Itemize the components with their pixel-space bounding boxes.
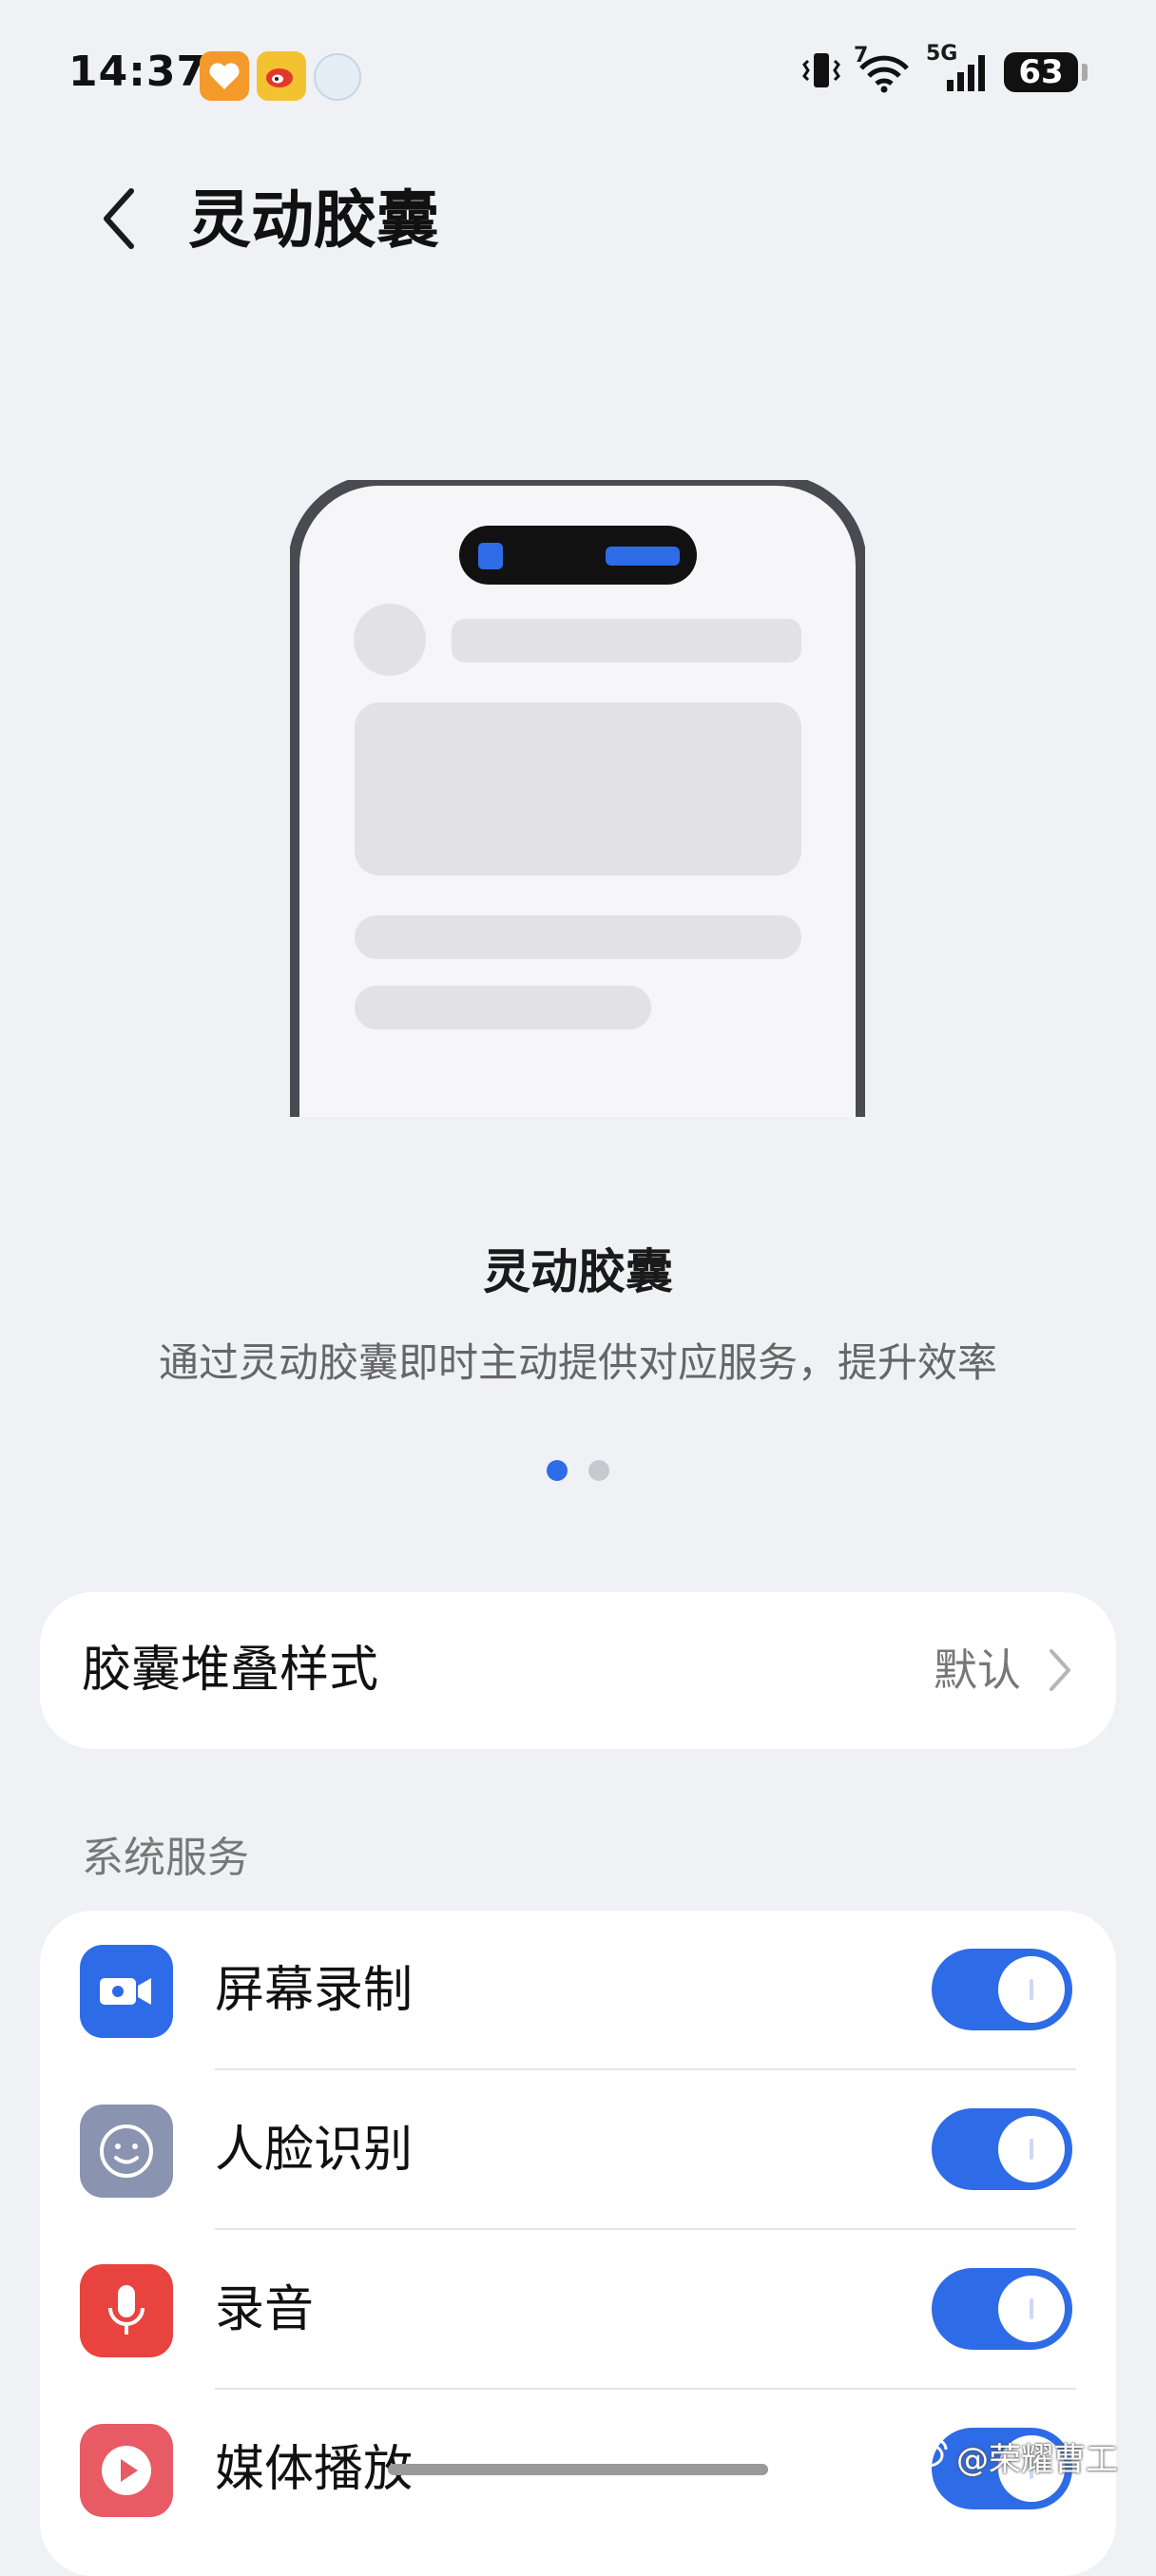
toggle-knob: [998, 1956, 1065, 2023]
service-label: 人脸识别: [215, 2122, 414, 2179]
status-bar: 14:37 7 5G 63: [0, 0, 1156, 143]
capsule-stack-style-row[interactable]: 胶囊堆叠样式 默认: [40, 1592, 1116, 1749]
wifi-sim-label: 7: [854, 44, 869, 67]
phone-illustration: [288, 474, 867, 1117]
face-icon: [80, 2105, 173, 2198]
feature-title: 灵动胶囊: [483, 1244, 673, 1299]
watermark-text: @荣耀曹工: [956, 2441, 1118, 2479]
recording-toggle[interactable]: [932, 2268, 1072, 2350]
service-row-face-recognition[interactable]: 人脸识别: [40, 2070, 1116, 2230]
status-indicators: 7 5G 63: [802, 42, 1088, 97]
chevron-left-icon: [99, 185, 141, 256]
play-icon: [80, 2424, 173, 2517]
battery-indicator: 63: [1004, 52, 1078, 92]
service-label: 媒体播放: [215, 2441, 414, 2498]
service-label: 录音: [215, 2281, 315, 2338]
back-button[interactable]: [91, 183, 148, 259]
weibo-logo-icon: [911, 2436, 949, 2477]
toggle-knob: [998, 2116, 1065, 2182]
service-row-recording[interactable]: 录音: [40, 2230, 1116, 2390]
video-camera-icon: [80, 1945, 173, 2038]
vibrate-icon: [802, 49, 840, 95]
chevron-right-icon: [1046, 1645, 1074, 1695]
heart-app-icon: [200, 51, 249, 101]
battery-tip: [1082, 64, 1088, 81]
feature-description: 通过灵动胶囊即时主动提供对应服务，提升效率: [158, 1339, 997, 1386]
home-indicator[interactable]: [388, 2464, 768, 2475]
capsule-stack-style-label: 胶囊堆叠样式: [82, 1642, 379, 1699]
microphone-icon: [80, 2264, 173, 2357]
face-recognition-toggle[interactable]: [932, 2108, 1072, 2190]
status-time: 14:37: [68, 48, 207, 96]
capsule-stack-style-value: 默认: [934, 1644, 1021, 1696]
bubble-app-icon: [314, 53, 361, 101]
wifi-icon: 7: [854, 44, 913, 93]
page-indicator: [0, 1460, 1156, 1481]
page-dot-active[interactable]: [547, 1460, 568, 1481]
toggle-knob: [998, 2276, 1065, 2342]
weibo-app-icon: [257, 51, 306, 101]
page-dot[interactable]: [588, 1460, 609, 1481]
section-header-system-services: 系统服务: [82, 1834, 249, 1882]
cellular-icon: 5G: [926, 42, 991, 93]
watermark: @荣耀曹工: [911, 2433, 1118, 2480]
page-title: 灵动胶囊: [188, 183, 439, 257]
screen-recording-toggle[interactable]: [932, 1949, 1072, 2030]
network-type-label: 5G: [926, 42, 958, 66]
service-row-screen-recording[interactable]: 屏幕录制: [40, 1911, 1116, 2070]
service-label: 屏幕录制: [215, 1962, 414, 2019]
